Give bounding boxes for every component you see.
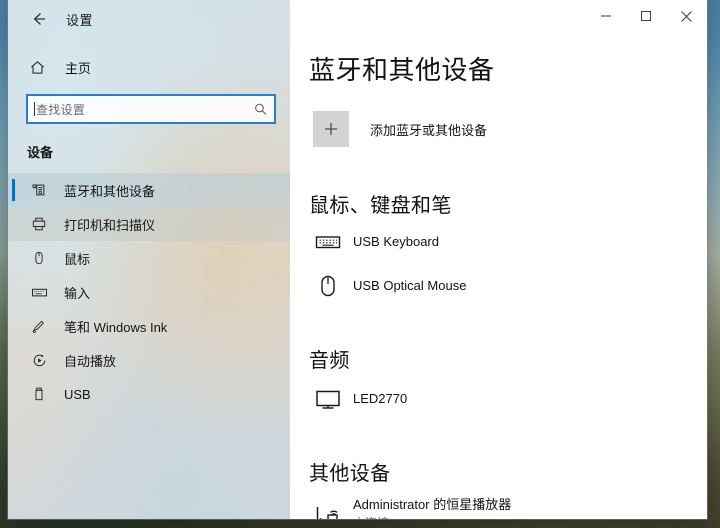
minimize-button[interactable] [586,0,626,32]
window-controls [290,0,707,32]
window-title: 设置 [66,12,94,28]
section-title-audio: 音频 [309,350,350,372]
wireless-display-icon [313,499,343,519]
sidebar-item-mouse-label: 鼠标 [64,251,91,267]
plus-icon [313,111,349,147]
pen-icon [30,317,48,335]
device-info: Administrator 的恒星播放器 未连接 [353,497,511,519]
device-info: USB Optical Mouse [353,278,466,294]
device-info: LED2770 [353,391,407,407]
maximize-button[interactable] [626,0,666,32]
back-arrow-icon[interactable] [26,6,52,32]
sidebar-item-pen[interactable]: 笔和 Windows Ink [8,309,290,343]
mouse-icon [313,271,343,301]
settings-sidebar: 设置 主页 查找设置 设备 蓝牙和其他设备 打印机和扫描仪 鼠标 输入 笔和 W… [8,0,290,519]
sidebar-item-usb[interactable]: USB [8,377,290,411]
sidebar-item-usb-label: USB [64,386,91,402]
device-name: USB Optical Mouse [353,278,467,293]
sidebar-titlebar: 设置 [8,0,290,38]
section-title-input-devices: 鼠标、键盘和笔 [309,195,452,217]
search-placeholder: 查找设置 [36,102,86,117]
device-row-led2770[interactable]: LED2770 [313,379,707,419]
sidebar-item-home-label: 主页 [65,60,92,76]
sidebar-item-typing-label: 输入 [64,285,91,301]
sidebar-item-typing[interactable]: 输入 [8,275,290,309]
sidebar-item-autoplay[interactable]: 自动播放 [8,343,290,377]
home-icon [27,57,47,77]
device-row-usb-keyboard[interactable]: USB Keyboard [313,222,707,262]
close-button[interactable] [666,0,707,32]
sidebar-item-autoplay-label: 自动播放 [64,353,117,369]
mouse-icon [30,249,48,267]
sidebar-item-pen-label: 笔和 Windows Ink [64,319,168,335]
sidebar-group-header: 设备 [27,145,54,160]
bluetooth-devices-icon [30,181,48,199]
usb-drive-icon [30,385,48,403]
sidebar-item-printers-label: 打印机和扫描仪 [64,217,156,233]
sidebar-item-mouse[interactable]: 鼠标 [8,241,290,275]
section-title-other-devices: 其他设备 [309,463,391,485]
device-name: USB Keyboard [353,234,439,249]
monitor-icon [313,384,343,414]
settings-content: 蓝牙和其他设备 添加蓝牙或其他设备 鼠标、键盘和笔 USB Keyboard U… [290,0,707,519]
add-device-button[interactable]: 添加蓝牙或其他设备 [313,111,707,147]
sidebar-item-bluetooth[interactable]: 蓝牙和其他设备 [8,173,290,207]
settings-window: 设置 主页 查找设置 设备 蓝牙和其他设备 打印机和扫描仪 鼠标 输入 笔和 W… [8,0,707,519]
device-status: 未连接 [353,515,511,519]
keyboard-icon [313,227,343,257]
autoplay-icon [30,351,48,369]
search-input[interactable]: 查找设置 [26,94,276,124]
sidebar-item-home[interactable]: 主页 [8,52,290,82]
device-info: USB Keyboard [353,234,439,250]
search-icon[interactable] [254,103,267,116]
sidebar-nav-list: 蓝牙和其他设备 打印机和扫描仪 鼠标 输入 笔和 Windows Ink 自动播… [8,173,290,411]
device-name: Administrator 的恒星播放器 [353,497,512,512]
add-device-label: 添加蓝牙或其他设备 [370,122,488,138]
page-title: 蓝牙和其他设备 [309,55,495,85]
device-name: LED2770 [353,391,408,406]
keyboard-input-icon [30,283,48,301]
sidebar-item-bluetooth-label: 蓝牙和其他设备 [64,183,156,199]
device-row-wireless-display[interactable]: Administrator 的恒星播放器 未连接 [313,494,707,519]
sidebar-item-printers[interactable]: 打印机和扫描仪 [8,207,290,241]
device-row-usb-optical-mouse[interactable]: USB Optical Mouse [313,266,707,306]
printer-icon [30,215,48,233]
text-caret [34,102,35,116]
